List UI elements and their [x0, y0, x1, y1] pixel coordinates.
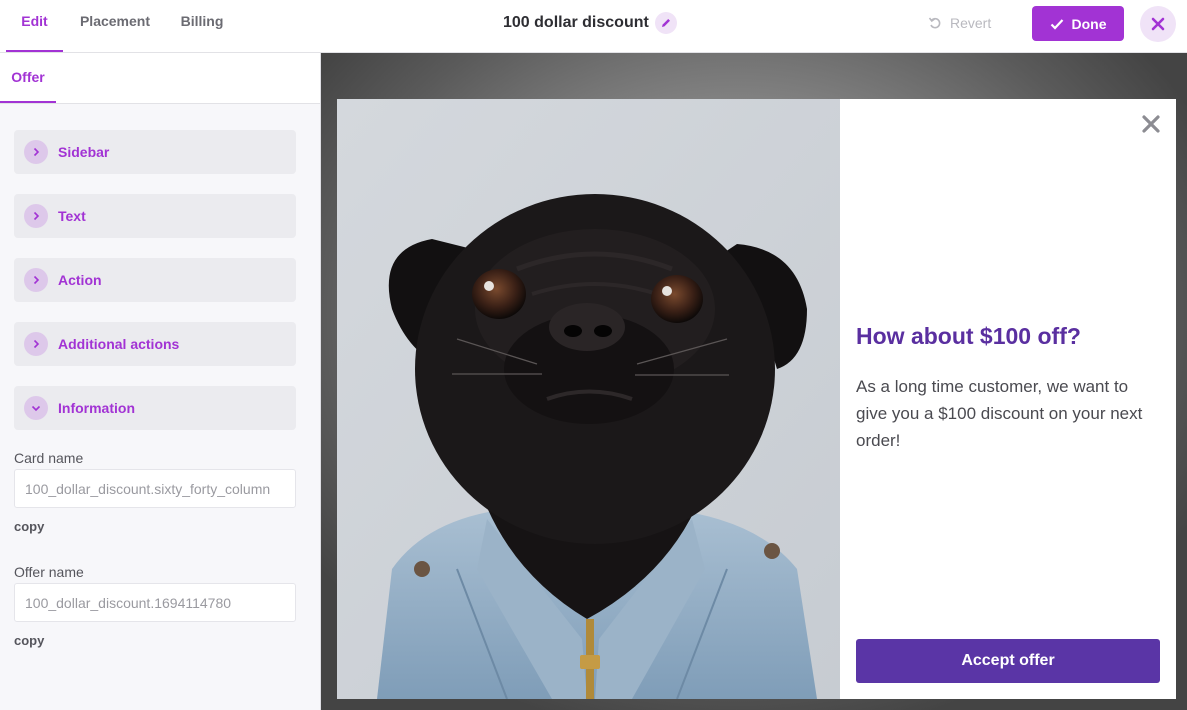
revert-label: Revert	[950, 15, 992, 31]
section-label: Text	[58, 208, 86, 224]
tab-billing[interactable]: Billing	[168, 0, 236, 52]
done-button[interactable]: Done	[1032, 6, 1124, 41]
close-icon	[1142, 115, 1160, 133]
chevron-right-icon	[24, 268, 48, 292]
settings-sidebar: Offer Sidebar Text Action Additional act…	[0, 53, 321, 710]
copy-card-name-link[interactable]: copy	[14, 519, 44, 534]
undo-icon	[928, 17, 941, 29]
section-additional-actions[interactable]: Additional actions	[14, 322, 296, 366]
subtab-bar: Offer	[0, 53, 320, 104]
top-bar: Edit Placement Billing 100 dollar discou…	[0, 0, 1187, 53]
section-label: Additional actions	[58, 336, 180, 352]
accept-offer-button[interactable]: Accept offer	[856, 639, 1160, 683]
preview-canvas: How about $100 off? As a long time custo…	[321, 53, 1187, 710]
subtab-offer[interactable]: Offer	[0, 53, 56, 103]
section-label: Sidebar	[58, 144, 110, 160]
chevron-right-icon	[24, 140, 48, 164]
copy-offer-name-link[interactable]: copy	[14, 633, 44, 648]
done-label: Done	[1071, 15, 1107, 32]
section-label: Action	[58, 272, 102, 288]
pug-in-denim-jacket-photo	[337, 99, 840, 699]
close-icon	[1151, 17, 1165, 31]
edit-title-button[interactable]	[654, 12, 677, 34]
page-title: 100 dollar discount	[503, 14, 649, 31]
card-name-field[interactable]	[14, 469, 296, 508]
offer-body: As a long time customer, we want to give…	[856, 377, 1143, 450]
chevron-down-icon	[24, 396, 48, 420]
close-editor-button[interactable]	[1140, 6, 1176, 42]
chevron-right-icon	[24, 204, 48, 228]
offer-heading: How about $100 off?	[856, 323, 1081, 349]
modal-close-button[interactable]	[1140, 113, 1162, 135]
revert-button[interactable]: Revert	[928, 12, 991, 34]
offer-content: How about $100 off? As a long time custo…	[840, 99, 1176, 699]
offer-name-field[interactable]	[14, 583, 296, 622]
section-text[interactable]: Text	[14, 194, 296, 238]
check-icon	[1050, 18, 1063, 30]
section-sidebar[interactable]: Sidebar	[14, 130, 296, 174]
offer-name-label: Offer name	[14, 564, 84, 580]
section-label: Information	[58, 400, 135, 416]
chevron-right-icon	[24, 332, 48, 356]
pencil-icon	[661, 19, 670, 27]
offer-image	[337, 99, 840, 699]
tab-placement[interactable]: Placement	[66, 0, 164, 52]
card-name-label: Card name	[14, 450, 84, 466]
document-title: 100 dollar discount	[503, 12, 677, 34]
tab-edit[interactable]: Edit	[6, 0, 63, 52]
offer-modal: How about $100 off? As a long time custo…	[337, 99, 1176, 699]
section-action[interactable]: Action	[14, 258, 296, 302]
section-information[interactable]: Information	[14, 386, 296, 430]
